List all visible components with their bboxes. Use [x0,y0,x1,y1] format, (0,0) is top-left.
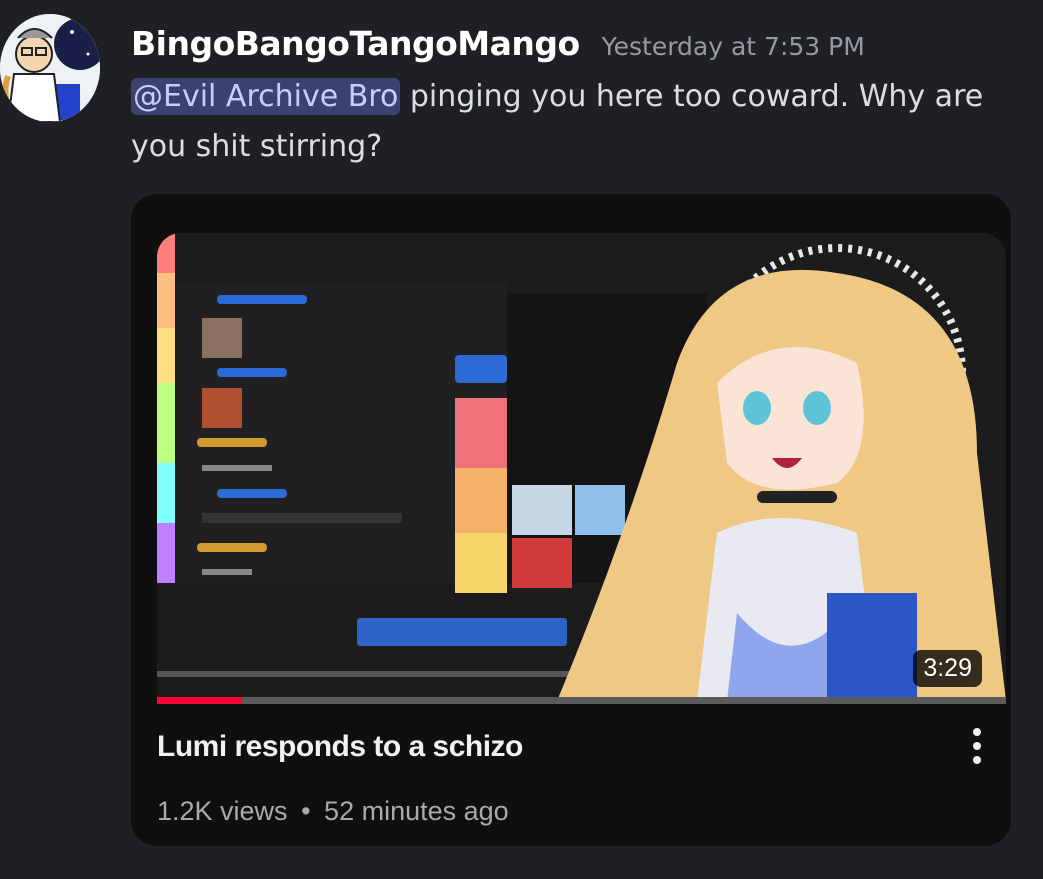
username[interactable]: BingoBangoTangoMango [131,24,580,63]
meta-separator: • [301,796,311,826]
video-duration: 3:29 [913,650,982,687]
video-embed[interactable]: 3:29 Lumi responds to a schizo 1.2K view… [131,194,1011,846]
timestamp[interactable]: Yesterday at 7:53 PM [602,32,865,61]
video-thumbnail[interactable]: 3:29 [157,233,1006,701]
watch-progress-bar [157,697,1006,704]
upload-age: 52 minutes ago [324,796,509,826]
video-title[interactable]: Lumi responds to a schizo [157,730,523,764]
user-avatar[interactable] [0,14,100,122]
user-mention[interactable]: @Evil Archive Bro [131,78,401,115]
more-vertical-icon[interactable] [967,724,987,768]
view-count: 1.2K views [157,796,288,826]
message-content: @Evil Archive Bro pinging you here too c… [131,72,1021,172]
message-header: BingoBangoTangoMango Yesterday at 7:53 P… [131,24,865,72]
thumbnail-image [157,233,1006,701]
avatar-image [0,14,100,122]
watch-progress-fill [157,697,242,704]
video-metadata: 1.2K views • 52 minutes ago [157,796,509,827]
